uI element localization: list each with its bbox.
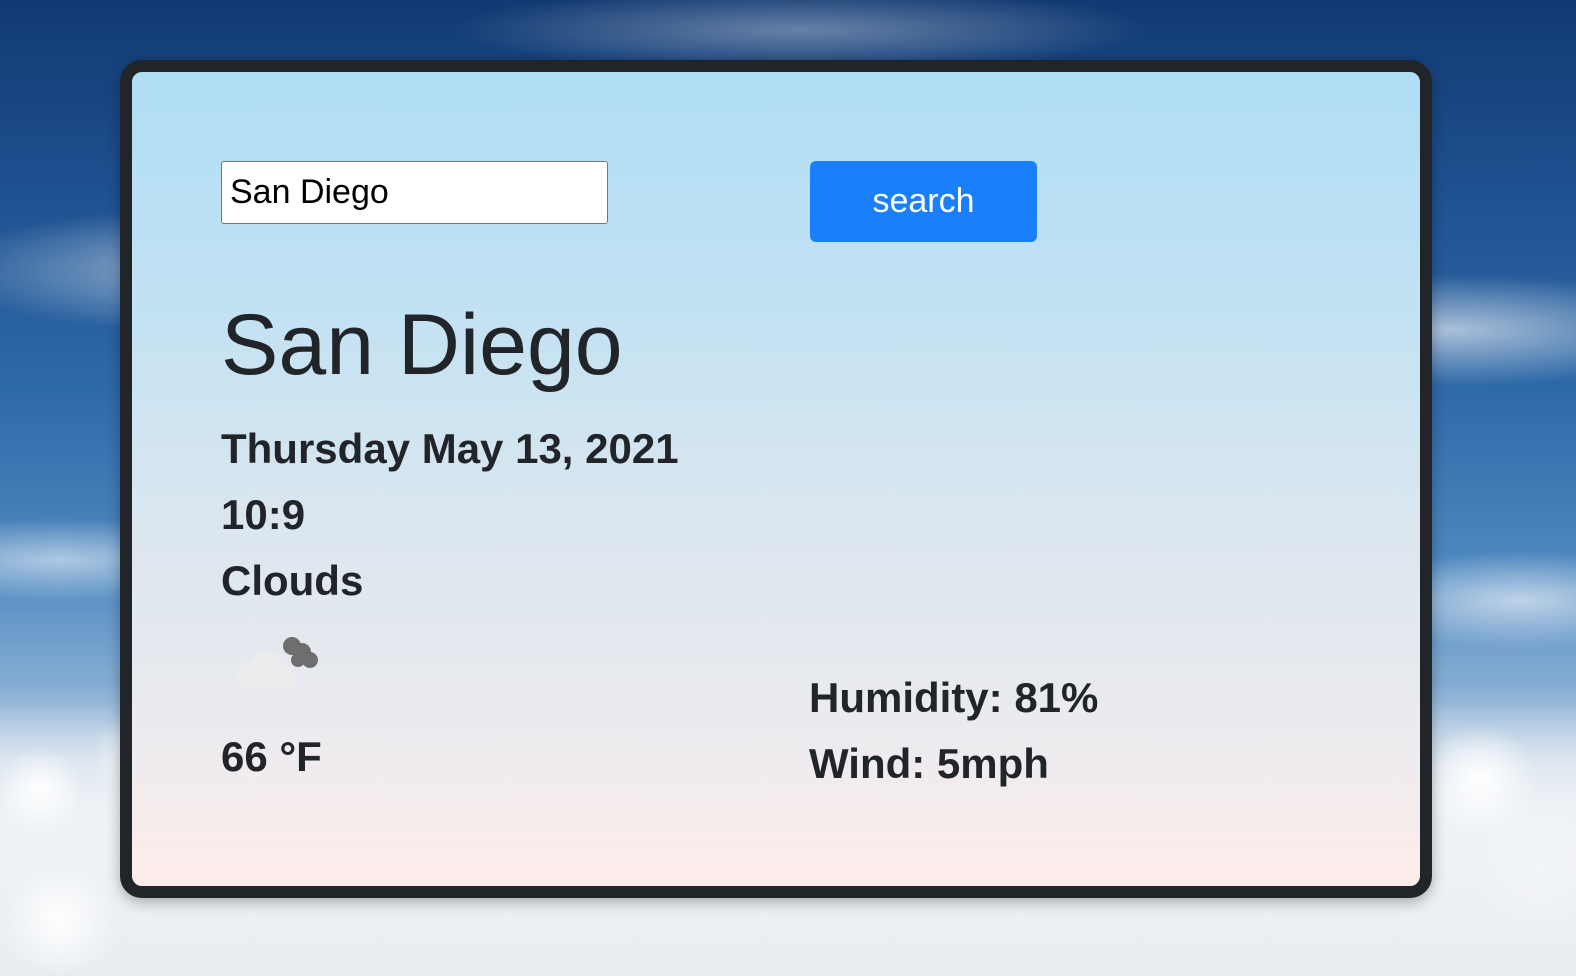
time-text: 10:9 [221, 491, 306, 538]
broken-clouds-icon [236, 637, 318, 690]
city-search-input[interactable] [221, 161, 608, 224]
humidity-text: Humidity: 81% [809, 674, 1099, 721]
wind-text: Wind: 5mph [809, 740, 1049, 787]
date-text: Thursday May 13, 2021 [221, 425, 679, 472]
weather-card: search San Diego Thursday May 13, 2021 1… [120, 60, 1432, 898]
weather-condition: Clouds [221, 557, 364, 604]
search-button[interactable]: search [810, 161, 1037, 242]
temperature-text: 66 °F [221, 733, 322, 780]
city-name: San Diego [221, 297, 623, 393]
